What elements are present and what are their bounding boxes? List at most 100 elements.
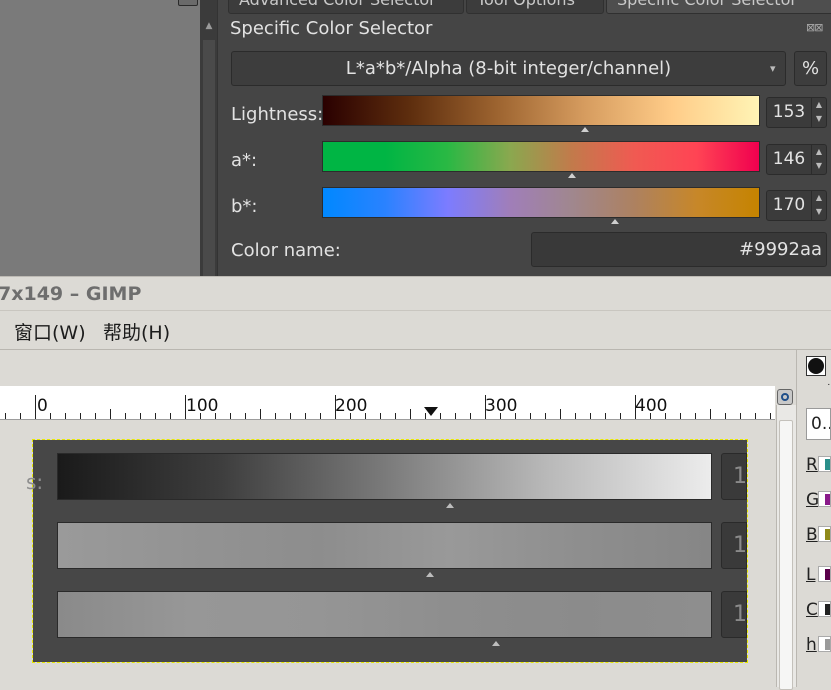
- a-spin-buttons[interactable]: ▲ ▼: [811, 144, 827, 175]
- ruler-tick: [230, 413, 231, 419]
- ruler-tick: [5, 413, 6, 419]
- b-value-input[interactable]: 170: [766, 190, 812, 221]
- ruler-tick: [125, 413, 126, 419]
- image-value-fragment: 1: [721, 522, 747, 569]
- channel-swatch-l[interactable]: [818, 566, 831, 582]
- ruler-tick: [305, 413, 306, 419]
- ruler-label: 200: [335, 396, 368, 416]
- ruler-tick: [395, 413, 396, 419]
- lightness-slider[interactable]: [322, 95, 760, 126]
- ruler-tick: [545, 413, 546, 419]
- chevron-down-icon: ▾: [770, 62, 776, 75]
- ruler-label: 100: [186, 396, 219, 416]
- channel-letter-h: h: [806, 635, 817, 655]
- scroll-up-arrow-icon[interactable]: ▲: [200, 18, 218, 34]
- channel-letter-r: R: [806, 455, 818, 475]
- ruler-label: 400: [635, 396, 668, 416]
- ruler-tick: [740, 413, 741, 419]
- navigate-icon: [781, 393, 789, 401]
- color-name-input[interactable]: #9992aa: [531, 232, 827, 267]
- image-gradient-bar: [57, 591, 712, 638]
- color-model-dropdown[interactable]: L*a*b*/Alpha (8-bit integer/channel): [231, 51, 786, 86]
- ruler-tick: [575, 413, 576, 419]
- image-gradient-bar: [57, 453, 712, 500]
- slider-label-b: b*:: [231, 196, 258, 217]
- ruler-tick: [170, 413, 171, 419]
- lightness-value-input[interactable]: 153: [766, 97, 812, 128]
- channel-swatch-g[interactable]: [818, 491, 831, 507]
- scrollbar-thumb[interactable]: [779, 420, 793, 690]
- ruler-tick: [80, 413, 81, 419]
- panel-close-icon[interactable]: ⊠⊠: [806, 21, 823, 34]
- image-gradient-bar: [57, 522, 712, 569]
- ruler-tick: [770, 413, 771, 419]
- menu-help[interactable]: 帮助(H): [103, 318, 170, 345]
- image-value-fragment: 1: [721, 453, 747, 500]
- ruler-tick: [605, 413, 606, 419]
- ruler-tick: [530, 413, 531, 419]
- ruler-tick: [725, 413, 726, 419]
- ruler-tick: [50, 413, 51, 419]
- ruler-label: 0: [37, 396, 48, 416]
- ruler-tick: [20, 413, 21, 419]
- ruler-tick: [620, 413, 621, 419]
- image-text-fragment: s:: [26, 470, 44, 494]
- ruler-tick: [290, 413, 291, 419]
- lightness-spin-buttons[interactable]: ▲ ▼: [811, 97, 827, 128]
- menu-window[interactable]: 窗口(W): [14, 318, 86, 345]
- ruler-label: 300: [485, 396, 518, 416]
- tab-specific-color-selector[interactable]: Specific Color Selector: [606, 0, 831, 14]
- ruler-tick: [275, 413, 276, 419]
- image-value-fragment: 1: [721, 591, 747, 638]
- ruler-tick: [410, 409, 411, 419]
- tab-tool-options[interactable]: Tool Options: [466, 0, 604, 14]
- channel-swatch-h[interactable]: [818, 636, 831, 652]
- ruler-tick: [590, 413, 591, 419]
- a-channel-slider[interactable]: [322, 141, 760, 172]
- left-dock-preview: [0, 0, 200, 276]
- ruler-tick: [440, 413, 441, 419]
- ruler-tick: [35, 395, 36, 419]
- slider-marker: [567, 173, 576, 178]
- image-bar-marker: [426, 572, 435, 577]
- dock-button[interactable]: [178, 0, 198, 6]
- channel-letter-c: C: [806, 600, 818, 620]
- ruler-tick: [755, 413, 756, 419]
- panel-title: Specific Color Selector: [230, 18, 433, 39]
- channel-letter-b: B: [806, 525, 818, 545]
- a-value-input[interactable]: 146: [766, 144, 812, 175]
- ruler-tick: [110, 409, 111, 419]
- b-channel-slider[interactable]: [322, 187, 760, 218]
- channel-letter-l: L: [806, 565, 816, 585]
- ruler-tick: [140, 413, 141, 419]
- image-bar-marker: [446, 503, 454, 508]
- ruler-tick: [260, 409, 261, 419]
- slider-marker: [580, 127, 589, 132]
- color-dot-icon: [808, 358, 824, 374]
- dots-icon: ˙: [826, 382, 831, 395]
- ruler-tick: [155, 413, 156, 419]
- ruler-tick: [680, 413, 681, 419]
- channel-swatch-b[interactable]: [818, 526, 831, 542]
- scrollbar-track[interactable]: [203, 40, 215, 276]
- ruler-pointer-marker: [424, 407, 438, 416]
- ruler-tick: [380, 413, 381, 419]
- image-bar-marker: [491, 641, 500, 646]
- ruler-tick: [65, 413, 66, 419]
- color-name-label: Color name:: [231, 240, 341, 261]
- channel-swatch-c[interactable]: [818, 601, 831, 617]
- percent-toggle-button[interactable]: %: [794, 51, 827, 86]
- slider-label-lightness: Lightness:: [231, 104, 324, 125]
- b-spin-buttons[interactable]: ▲ ▼: [811, 190, 827, 221]
- ruler-tick: [455, 413, 456, 419]
- slider-label-a: a*:: [231, 150, 258, 171]
- tab-advanced-color-selector[interactable]: Advanced Color Selector: [228, 0, 464, 14]
- ruler-tick: [245, 413, 246, 419]
- ruler-tick: [470, 413, 471, 419]
- ruler-tick: [710, 409, 711, 419]
- dock-value-field[interactable]: 0..: [806, 408, 831, 440]
- ruler-tick: [560, 409, 561, 419]
- ruler-tick: [95, 413, 96, 419]
- channel-swatch-r[interactable]: [818, 456, 831, 472]
- ruler-tick: [320, 413, 321, 419]
